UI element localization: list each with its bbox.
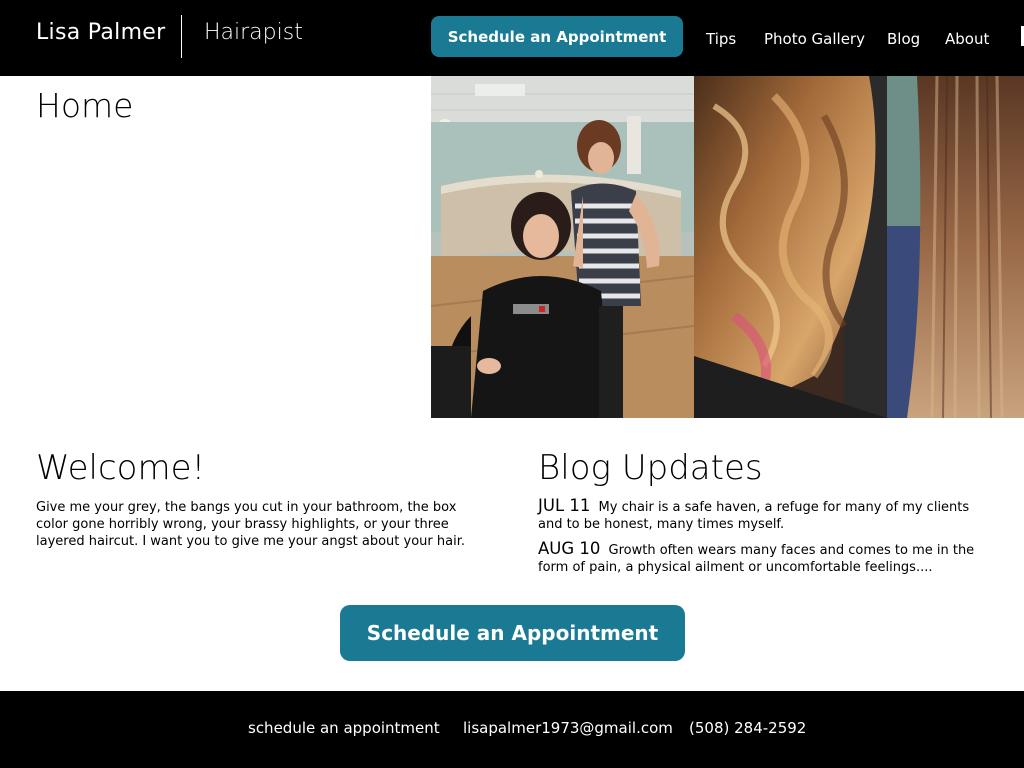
page-title: Home [36, 86, 134, 125]
blog-date: JUL 11 [538, 496, 591, 515]
blog-excerpt: Growth often wears many faces and comes … [538, 543, 975, 575]
schedule-appointment-button[interactable]: Schedule an Appointment [340, 605, 685, 661]
footer-schedule-link[interactable]: schedule an appointment [248, 719, 440, 737]
nav-photo-gallery[interactable]: Photo Gallery [764, 29, 865, 49]
curly-hair-photo [694, 76, 887, 418]
straight-hair-photo [887, 76, 1024, 418]
blog-excerpt: My chair is a safe haven, a refuge for m… [538, 500, 970, 532]
nav-tips[interactable]: Tips [706, 29, 736, 49]
footer-phone-link[interactable]: (508) 284-2592 [689, 719, 806, 737]
main-nav: Tips Photo Gallery Blog About [0, 29, 1024, 49]
site-header: Lisa Palmer Hairapist Schedule an Appoin… [0, 0, 1024, 76]
footer-email-link[interactable]: lisapalmer1973@gmail.com [463, 719, 673, 737]
blog-item[interactable]: JUL 11 My chair is a safe haven, a refug… [538, 497, 994, 533]
salon-photo [431, 76, 694, 418]
welcome-title: Welcome! [36, 448, 206, 488]
nav-blog[interactable]: Blog [887, 29, 920, 49]
blog-list: JUL 11 My chair is a safe haven, a refug… [538, 497, 994, 583]
blog-updates-title: Blog Updates [538, 448, 763, 488]
blog-item[interactable]: AUG 10 Growth often wears many faces and… [538, 540, 994, 576]
blog-date: AUG 10 [538, 539, 601, 558]
nav-about[interactable]: About [945, 29, 989, 49]
welcome-text: Give me your grey, the bangs you cut in … [36, 500, 465, 549]
photo-strip [431, 76, 1024, 418]
site-footer: schedule an appointment lisapalmer1973@g… [0, 691, 1024, 768]
